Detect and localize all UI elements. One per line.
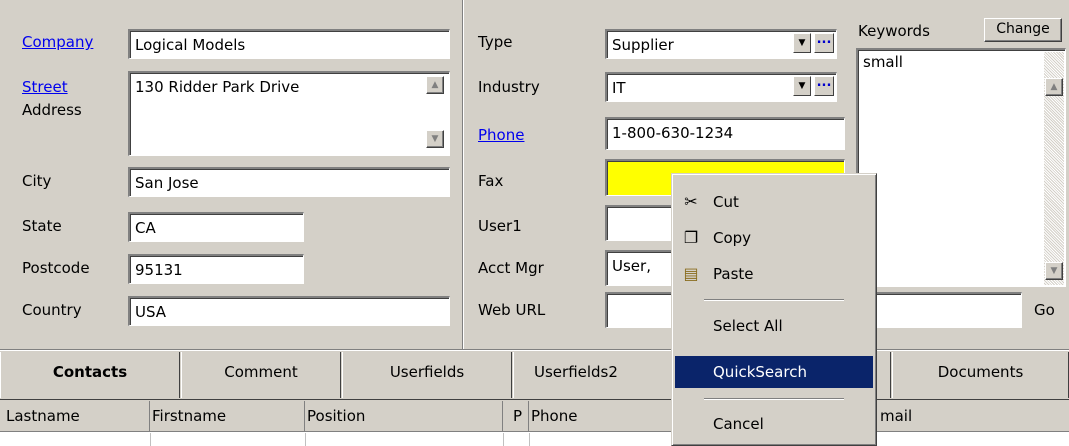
change-button[interactable]: Change [984,18,1062,42]
menu-item-copy-label: Copy [713,229,752,247]
type-dropdown-arrow-icon[interactable]: ▼ [793,33,811,53]
tab-contacts[interactable]: Contacts [0,352,180,398]
menu-item-select-all-label: Select All [713,317,783,335]
menu-item-copy[interactable]: ❐ Copy [675,222,873,254]
city-field[interactable]: San Jose [128,167,450,197]
acct-mgr-label: Acct Mgr [478,259,544,277]
postcode-field[interactable]: 95131 [128,254,304,284]
fax-label: Fax [478,172,504,190]
tabs-top-border [0,349,1069,351]
menu-item-select-all[interactable]: Select All [675,310,873,342]
paste-icon: ▤ [683,264,699,283]
menu-item-quicksearch-label: QuickSearch [713,363,807,381]
grid-header-email[interactable]: mail [878,401,1069,432]
go-button[interactable]: Go [1034,301,1055,319]
menu-separator [704,299,844,301]
street-address-text: 130 Ridder Park Drive [135,78,300,96]
menu-item-paste-label: Paste [713,265,754,283]
menu-item-cut[interactable]: ✂ Cut [675,186,873,218]
tab-documents[interactable]: Documents [892,352,1069,398]
scroll-up-arrow-icon[interactable]: ▲ [426,76,444,94]
street-address-field[interactable]: 130 Ridder Park Drive [128,71,450,156]
grid-header-lastname[interactable]: Lastname [4,401,150,432]
menu-item-paste[interactable]: ▤ Paste [675,258,873,290]
panel-divider [462,0,464,350]
menu-item-cancel[interactable]: Cancel [675,408,873,440]
industry-more-button[interactable]: ... [814,76,834,96]
address-label: Address [22,101,82,119]
street-link[interactable]: Street [22,78,68,96]
context-menu: ✂ Cut ❐ Copy ▤ Paste Select All QuickSea… [671,173,877,446]
company-field[interactable]: Logical Models [128,29,450,59]
web-url-label: Web URL [478,301,546,319]
grid-header-firstname[interactable]: Firstname [150,401,305,432]
phone-link[interactable]: Phone [478,126,524,144]
menu-item-cancel-label: Cancel [713,415,764,433]
industry-label: Industry [478,78,540,96]
menu-item-cut-label: Cut [713,193,739,211]
keywords-list[interactable]: small [856,48,1066,287]
country-label: Country [22,301,82,319]
menu-item-quicksearch[interactable]: QuickSearch [675,356,873,388]
copy-icon: ❐ [683,228,699,247]
tab-comment[interactable]: Comment [181,352,341,398]
state-field[interactable]: CA [128,212,304,242]
scroll-down-arrow-icon[interactable]: ▼ [426,130,444,148]
company-link[interactable]: Company [22,33,93,51]
keywords-text: small [863,53,903,71]
keywords-label: Keywords [858,22,930,40]
industry-dropdown-arrow-icon[interactable]: ▼ [793,76,811,96]
menu-separator [704,398,844,400]
table-row[interactable] [0,433,1069,446]
city-label: City [22,172,52,190]
type-more-button[interactable]: ... [814,33,834,53]
scissors-icon: ✂ [684,192,698,211]
keywords-scroll-down-icon[interactable]: ▼ [1045,262,1063,280]
user1-label: User1 [478,217,522,235]
grid-header-p[interactable]: P [503,401,529,432]
tab-userfields[interactable]: Userfields [342,352,512,398]
phone-field[interactable]: 1-800-630-1234 [605,117,845,150]
type-label: Type [478,33,513,51]
keywords-scroll-up-icon[interactable]: ▲ [1045,78,1063,96]
state-label: State [22,217,62,235]
grid-header-position[interactable]: Position [305,401,503,432]
country-field[interactable]: USA [128,296,450,326]
postcode-label: Postcode [22,259,90,277]
